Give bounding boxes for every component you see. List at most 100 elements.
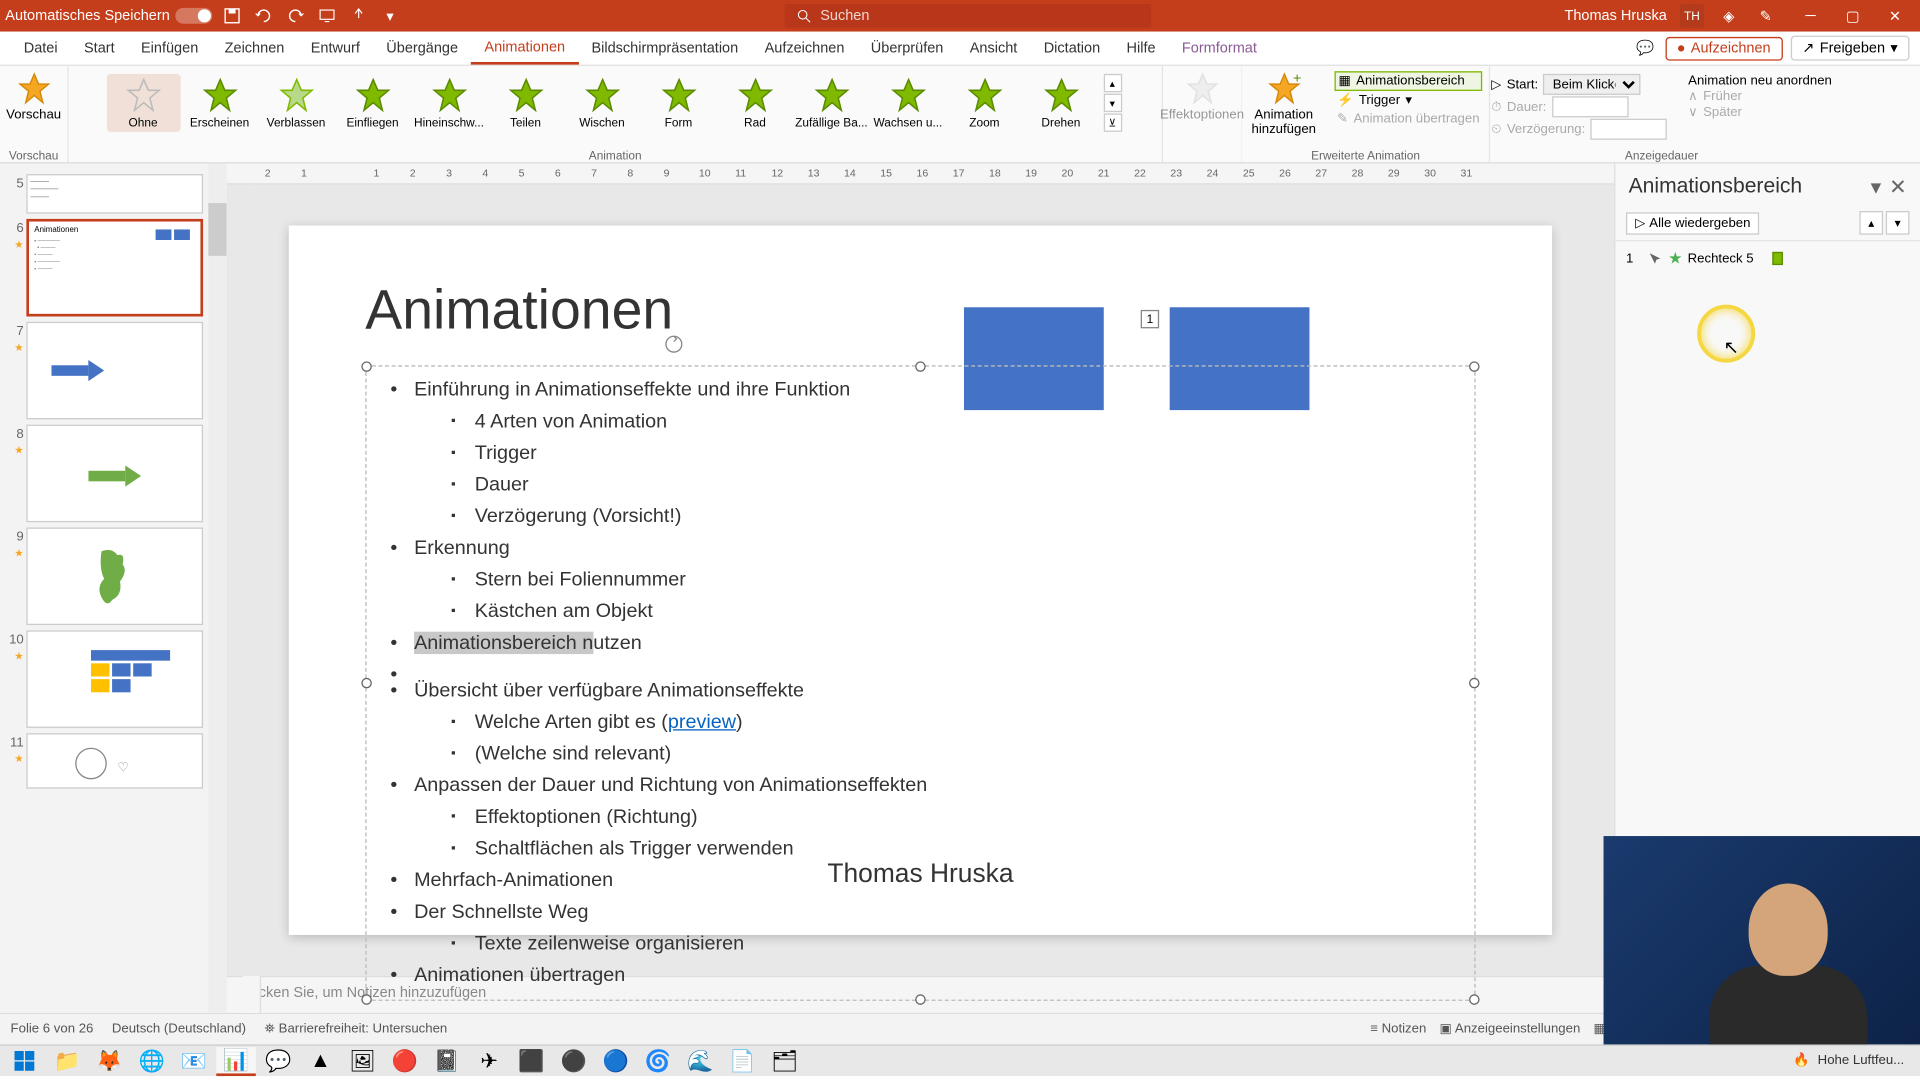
app-icon[interactable]: 🔵 <box>596 1046 636 1075</box>
qat-more-icon[interactable]: ▾ <box>378 4 402 28</box>
sel-handle[interactable] <box>915 361 926 372</box>
thumb-10[interactable] <box>26 630 203 728</box>
present-icon[interactable] <box>315 4 339 28</box>
gallery-expand-button[interactable]: ⊻ <box>1103 113 1121 131</box>
chrome-icon[interactable]: 🌐 <box>132 1046 172 1075</box>
autosave-toggle[interactable]: Automatisches Speichern <box>5 8 212 24</box>
maximize-button[interactable]: ▢ <box>1833 0 1873 32</box>
tab-formformat[interactable]: Formformat <box>1169 32 1270 65</box>
file-explorer-icon[interactable]: 📁 <box>47 1046 87 1075</box>
record-button[interactable]: ●Aufzeichnen <box>1665 36 1783 60</box>
gallery-down-button[interactable]: ▾ <box>1103 94 1121 112</box>
thumb-scrollbar[interactable] <box>208 164 226 1013</box>
weather-text[interactable]: Hohe Luftfeu... <box>1818 1054 1905 1069</box>
close-button[interactable]: ✕ <box>1875 0 1915 32</box>
slide-canvas[interactable]: Animationen 1 Einführung in Animationsef… <box>227 185 1614 976</box>
anim-timeline-bar[interactable] <box>1772 252 1783 265</box>
app-icon[interactable]: 💬 <box>258 1046 298 1075</box>
sel-handle[interactable] <box>361 994 372 1005</box>
anim-verblassen[interactable]: Verblassen <box>259 74 333 132</box>
thumb-5[interactable]: ────────────── <box>26 174 203 214</box>
tab-animationen[interactable]: Animationen <box>471 32 578 65</box>
windows-start-icon[interactable] <box>5 1046 45 1075</box>
weather-icon[interactable]: 🔥 <box>1793 1054 1809 1069</box>
tab-ansicht[interactable]: Ansicht <box>957 32 1031 65</box>
rotate-handle-icon[interactable] <box>663 334 684 355</box>
thumb-9[interactable] <box>26 527 203 625</box>
app-icon[interactable]: 🖼 <box>343 1046 383 1075</box>
tab-hilfe[interactable]: Hilfe <box>1113 32 1168 65</box>
anim-ohne[interactable]: Ohne <box>106 74 180 132</box>
status-accessibility[interactable]: ⛯ Barrierefreiheit: Untersuchen <box>264 1022 447 1037</box>
tab-einfuegen[interactable]: Einfügen <box>128 32 212 65</box>
anim-hinein[interactable]: Hineinschw... <box>412 74 486 132</box>
preview-button[interactable]: Vorschau <box>0 69 69 126</box>
thumb-11[interactable]: ♡ <box>26 733 203 788</box>
obs-icon[interactable]: ⚫ <box>554 1046 594 1075</box>
move-up-button[interactable]: ▴ <box>1859 211 1883 235</box>
anim-drehen[interactable]: Drehen <box>1024 74 1098 132</box>
anim-pane-close-icon[interactable]: ✕ <box>1889 174 1907 200</box>
anim-rad[interactable]: Rad <box>718 74 792 132</box>
gallery-up-button[interactable]: ▴ <box>1103 74 1121 92</box>
app-icon[interactable]: 📄 <box>723 1046 763 1075</box>
undo-icon[interactable] <box>252 4 276 28</box>
duration-field[interactable] <box>1552 96 1628 117</box>
move-down-button[interactable]: ▾ <box>1886 211 1910 235</box>
anim-wischen[interactable]: Wischen <box>565 74 639 132</box>
delay-field[interactable] <box>1591 119 1667 140</box>
share-button[interactable]: ↗Freigeben▾ <box>1790 36 1909 61</box>
search-input[interactable] <box>820 8 1140 24</box>
onenote-icon[interactable]: 📓 <box>427 1046 467 1075</box>
anim-zoom[interactable]: Zoom <box>947 74 1021 132</box>
tab-dictation[interactable]: Dictation <box>1031 32 1114 65</box>
app-icon[interactable]: 🔴 <box>385 1046 425 1075</box>
tab-zeichnen[interactable]: Zeichnen <box>211 32 297 65</box>
powerpoint-icon[interactable]: 📊 <box>216 1046 256 1075</box>
status-language[interactable]: Deutsch (Deutschland) <box>112 1022 246 1037</box>
anim-erscheinen[interactable]: Erscheinen <box>183 74 257 132</box>
touch-icon[interactable] <box>346 4 370 28</box>
tab-aufzeichnen[interactable]: Aufzeichnen <box>751 32 857 65</box>
thumb-7[interactable] <box>26 322 203 420</box>
toggle-switch[interactable] <box>175 8 212 24</box>
slide-body-textbox[interactable]: Einführung in Animationseffekte und ihre… <box>365 365 1475 1001</box>
thumb-scroll-handle[interactable] <box>208 203 226 256</box>
trigger-button[interactable]: ⚡Trigger▾ <box>1334 92 1482 109</box>
sel-handle[interactable] <box>361 678 372 689</box>
sel-handle[interactable] <box>1469 361 1480 372</box>
earlier-button[interactable]: ∧Früher <box>1688 90 1832 105</box>
sel-handle[interactable] <box>361 361 372 372</box>
user-avatar[interactable]: TH <box>1680 4 1704 28</box>
sel-handle[interactable] <box>1469 678 1480 689</box>
slide[interactable]: Animationen 1 Einführung in Animationsef… <box>289 225 1552 934</box>
edge-icon[interactable]: 🌊 <box>680 1046 720 1075</box>
anim-pane-button[interactable]: ▦Animationsbereich <box>1334 71 1482 91</box>
search-bar[interactable] <box>785 4 1152 28</box>
outlook-icon[interactable]: 📧 <box>174 1046 214 1075</box>
anim-teilen[interactable]: Teilen <box>489 74 563 132</box>
anim-einfliegen[interactable]: Einfliegen <box>336 74 410 132</box>
tab-uebergaenge[interactable]: Übergänge <box>373 32 471 65</box>
comments-icon[interactable]: 💬 <box>1633 36 1657 60</box>
vlc-icon[interactable]: ▲ <box>301 1046 341 1075</box>
minimize-button[interactable]: ─ <box>1791 0 1831 32</box>
thumb-6[interactable]: Animationen• ────── • ────• ────• ──────… <box>26 219 203 317</box>
anim-list-item[interactable]: 1 ★ Rechteck 5 <box>1623 247 1912 271</box>
app-icon[interactable]: 🗂 <box>765 1046 805 1075</box>
play-all-button[interactable]: ▷Alle wiedergeben <box>1626 212 1760 234</box>
anim-pane-options-icon[interactable]: ▾ <box>1871 174 1882 200</box>
tab-datei[interactable]: Datei <box>11 32 71 65</box>
start-select[interactable]: Beim Klicken <box>1543 74 1641 95</box>
status-notes-button[interactable]: ≡ Notizen <box>1370 1022 1426 1037</box>
status-display-button[interactable]: ▣ Anzeigeeinstellungen <box>1440 1022 1581 1037</box>
add-animation-button[interactable]: + Animation hinzufügen <box>1244 69 1324 140</box>
app-icon[interactable]: 🌀 <box>638 1046 678 1075</box>
tab-ueberpruefen[interactable]: Überprüfen <box>858 32 957 65</box>
later-button[interactable]: ∨Später <box>1688 105 1832 120</box>
save-icon[interactable] <box>220 4 244 28</box>
anim-tag-1[interactable]: 1 <box>1141 310 1159 328</box>
redo-icon[interactable] <box>283 4 307 28</box>
tab-entwurf[interactable]: Entwurf <box>298 32 374 65</box>
app-icon[interactable]: ⬛ <box>512 1046 552 1075</box>
